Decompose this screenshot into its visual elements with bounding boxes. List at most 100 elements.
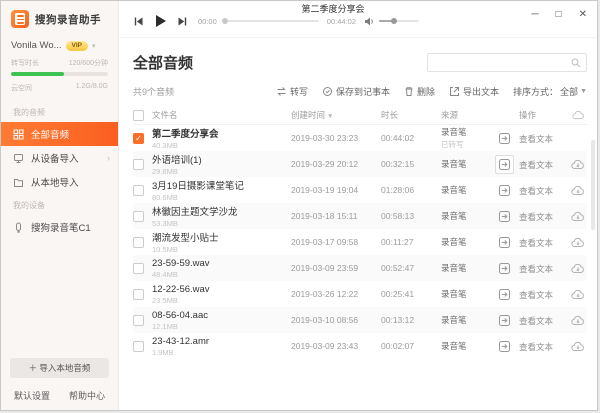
row-checkbox[interactable] bbox=[133, 341, 144, 352]
header-created[interactable]: 创建时间▼ bbox=[291, 109, 381, 121]
prev-track-button[interactable] bbox=[133, 16, 144, 27]
sidebar-item-all-audio[interactable]: 全部音频 bbox=[1, 122, 118, 146]
cloud-download-icon[interactable] bbox=[571, 263, 585, 274]
minimize-button[interactable]: ─ bbox=[531, 8, 538, 22]
delete-button[interactable]: 删除 bbox=[404, 85, 435, 98]
cloud-download-icon[interactable] bbox=[571, 315, 585, 326]
transcribe-file-icon bbox=[498, 288, 511, 301]
transcribe-file-icon bbox=[498, 158, 511, 171]
sidebar-item-local-import[interactable]: 从本地导入 bbox=[1, 170, 118, 194]
cloud-download-icon[interactable] bbox=[571, 211, 585, 222]
table-row[interactable]: 林徽因主题文学沙龙53.3MB 2019-03-18 15:11 00:58:1… bbox=[133, 203, 587, 229]
row-transcribe-button[interactable] bbox=[496, 338, 513, 355]
chevron-right-icon: › bbox=[107, 153, 110, 163]
header-actions: 操作 bbox=[519, 109, 565, 121]
view-text-link[interactable]: 查看文本 bbox=[519, 342, 553, 352]
row-transcribe-button[interactable] bbox=[496, 182, 513, 199]
row-checkbox[interactable] bbox=[133, 159, 144, 170]
header-filename[interactable]: 文件名 bbox=[152, 109, 178, 121]
sort-dropdown[interactable]: 排序方式： 全部 ▼ bbox=[513, 85, 587, 98]
app-window: 搜狗录音助手 Vonila Wo... VIP ▾ 转写时长 120/600分钟… bbox=[0, 0, 598, 411]
view-text-link[interactable]: 查看文本 bbox=[519, 316, 553, 326]
file-created: 2019-03-17 09:58 bbox=[291, 237, 381, 247]
file-title[interactable]: 3月19日摄影课堂笔记 bbox=[152, 178, 244, 192]
row-checkbox[interactable] bbox=[133, 289, 144, 300]
audio-table: ✓ 第二季度分享会40.3MB 2019-03-30 23:23 00:44:0… bbox=[133, 125, 587, 359]
maximize-button[interactable]: □ bbox=[556, 8, 562, 22]
save-to-notes-button[interactable]: 保存到记事本 bbox=[322, 85, 390, 98]
file-title[interactable]: 08-56-04.aac bbox=[152, 310, 208, 321]
user-menu-caret-icon[interactable]: ▾ bbox=[92, 42, 96, 50]
file-created: 2019-03-26 12:22 bbox=[291, 289, 381, 299]
row-checkbox[interactable] bbox=[133, 263, 144, 274]
volume-slider[interactable] bbox=[379, 20, 419, 22]
sidebar-item-label: 从设备导入 bbox=[31, 151, 79, 165]
sidebar-item-label: 搜狗录音笔C1 bbox=[31, 220, 91, 234]
close-button[interactable]: ✕ bbox=[579, 8, 587, 22]
prev-icon bbox=[133, 16, 144, 27]
view-text-link[interactable]: 查看文本 bbox=[519, 290, 553, 300]
cloud-download-icon[interactable] bbox=[571, 159, 585, 170]
next-track-button[interactable] bbox=[177, 16, 188, 27]
file-subtitle: 53.3MB bbox=[152, 219, 238, 228]
table-row[interactable]: 23-43-12.amr1.9MB 2019-03-09 23:43 00:02… bbox=[133, 333, 587, 359]
row-transcribe-button[interactable] bbox=[496, 260, 513, 277]
player-progress-track[interactable] bbox=[223, 20, 319, 22]
user-name[interactable]: Vonila Wo... bbox=[11, 40, 62, 51]
transcribe-button[interactable]: 转写 bbox=[276, 85, 308, 98]
search-icon[interactable] bbox=[571, 58, 581, 68]
table-row[interactable]: 潮流发型小贴士10.5MB 2019-03-17 09:58 00:11:27 … bbox=[133, 229, 587, 255]
play-button[interactable] bbox=[154, 14, 167, 28]
table-row[interactable]: ✓ 第二季度分享会40.3MB 2019-03-30 23:23 00:44:0… bbox=[133, 125, 587, 151]
view-text-link[interactable]: 查看文本 bbox=[519, 238, 553, 248]
row-checkbox[interactable] bbox=[133, 237, 144, 248]
search-box[interactable] bbox=[427, 53, 587, 72]
cloud-download-icon[interactable] bbox=[571, 237, 585, 248]
table-row[interactable]: 08-56-04.aac12.1MB 2019-03-10 08:56 00:1… bbox=[133, 307, 587, 333]
import-local-audio-button[interactable]: ＋ 导入本地音频 bbox=[10, 358, 109, 378]
player-progress-knob[interactable] bbox=[222, 18, 228, 24]
row-checkbox[interactable] bbox=[133, 315, 144, 326]
volume-icon[interactable] bbox=[364, 16, 375, 27]
row-checkbox[interactable] bbox=[133, 211, 144, 222]
row-transcribe-button[interactable] bbox=[496, 286, 513, 303]
file-title[interactable]: 23-59-59.wav bbox=[152, 258, 210, 269]
table-row[interactable]: 23-59-59.wav48.4MB 2019-03-09 23:59 00:5… bbox=[133, 255, 587, 281]
row-transcribe-button[interactable] bbox=[495, 155, 514, 174]
file-title[interactable]: 潮流发型小贴士 bbox=[152, 230, 219, 244]
table-scrollbar[interactable] bbox=[591, 140, 595, 230]
cloud-download-icon[interactable] bbox=[571, 289, 585, 300]
row-transcribe-button[interactable] bbox=[496, 312, 513, 329]
row-checkbox[interactable]: ✓ bbox=[133, 133, 144, 144]
volume-knob[interactable] bbox=[391, 18, 397, 24]
file-title[interactable]: 23-43-12.amr bbox=[152, 336, 209, 347]
row-checkbox[interactable] bbox=[133, 185, 144, 196]
file-title[interactable]: 12-22-56.wav bbox=[152, 284, 210, 295]
sidebar-item-device-import[interactable]: 从设备导入 › bbox=[1, 146, 118, 170]
view-text-link[interactable]: 查看文本 bbox=[519, 134, 553, 144]
default-settings-link[interactable]: 默认设置 bbox=[14, 389, 50, 402]
search-input[interactable] bbox=[433, 57, 567, 69]
view-text-link[interactable]: 查看文本 bbox=[519, 160, 553, 170]
select-all-checkbox[interactable] bbox=[133, 110, 144, 121]
table-row[interactable]: 3月19日摄影课堂笔记80.6MB 2019-03-19 19:04 01:28… bbox=[133, 177, 587, 203]
file-title[interactable]: 林徽因主题文学沙龙 bbox=[152, 204, 238, 218]
table-row[interactable]: 外语培训(1)29.8MB 2019-03-29 20:12 00:32:15 … bbox=[133, 151, 587, 177]
row-transcribe-button[interactable] bbox=[496, 208, 513, 225]
header-source: 来源 bbox=[441, 109, 489, 121]
file-title[interactable]: 第二季度分享会 bbox=[152, 126, 219, 140]
table-row[interactable]: 12-22-56.wav23.5MB 2019-03-26 12:22 00:2… bbox=[133, 281, 587, 307]
row-transcribe-button[interactable] bbox=[496, 130, 513, 147]
view-text-link[interactable]: 查看文本 bbox=[519, 212, 553, 222]
cloud-download-icon[interactable] bbox=[571, 341, 585, 352]
export-text-button[interactable]: 导出文本 bbox=[449, 85, 499, 98]
file-title[interactable]: 外语培训(1) bbox=[152, 152, 202, 166]
view-text-link[interactable]: 查看文本 bbox=[519, 264, 553, 274]
file-source: 录音笔 bbox=[441, 340, 489, 352]
cloud-download-icon[interactable] bbox=[571, 185, 585, 196]
view-text-link[interactable]: 查看文本 bbox=[519, 186, 553, 196]
help-center-link[interactable]: 帮助中心 bbox=[69, 389, 105, 402]
sidebar-nav: 我的音频 全部音频 从设备导入 › 从本地导入 我的设备 搜狗录音笔C1 bbox=[1, 101, 118, 239]
sidebar-item-recorder-pen[interactable]: 搜狗录音笔C1 bbox=[1, 215, 118, 239]
row-transcribe-button[interactable] bbox=[496, 234, 513, 251]
